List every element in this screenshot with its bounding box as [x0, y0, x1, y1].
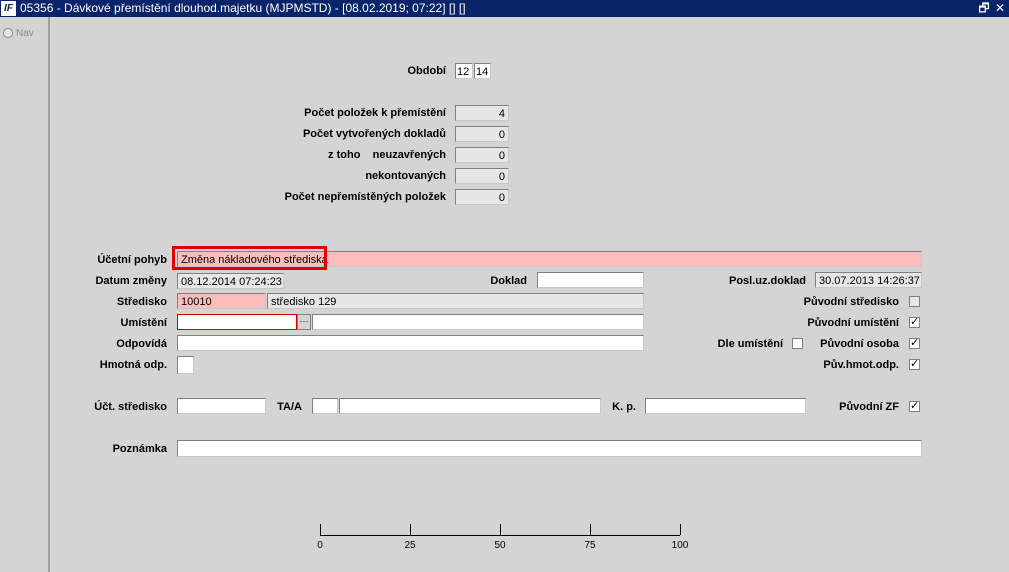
ucetni-pohyb-label: Účetní pohyb: [97, 254, 167, 266]
k-p-label: K. p.: [612, 401, 636, 413]
doklad-label: Doklad: [490, 275, 527, 287]
ta-a-code-field[interactable]: [312, 398, 338, 414]
nepremistenych-value: 0: [455, 189, 509, 205]
nav-button[interactable]: Nav: [3, 27, 34, 41]
puvodni-stredisko-checkbox[interactable]: [909, 296, 920, 307]
progress-tick: [320, 524, 321, 535]
nekontovanych-label: nekontovaných: [365, 170, 446, 182]
umisteni-name-field[interactable]: [312, 314, 644, 330]
umisteni-label: Umístění: [120, 317, 167, 329]
nav-gear-icon: [3, 28, 13, 39]
ucetni-pohyb-field[interactable]: Změna nákladového střediska: [177, 251, 922, 267]
poznamka-label: Poznámka: [112, 443, 167, 455]
dle-umisteni-label: Dle umístění: [717, 338, 783, 350]
uct-stredisko-label: Účt. středisko: [94, 401, 167, 413]
pocet-dokladu-value: 0: [455, 126, 509, 142]
odpovida-field[interactable]: [177, 335, 644, 351]
datum-zmeny-label: Datum změny: [95, 275, 167, 287]
nav-label: Nav: [16, 28, 34, 39]
progress-tick-label: 100: [671, 540, 689, 551]
puvodni-umisteni-checkbox[interactable]: ✓: [909, 317, 920, 328]
hmotna-odp-label: Hmotná odp.: [99, 359, 167, 371]
nekontovanych-value: 0: [455, 168, 509, 184]
left-panel: Nav: [0, 17, 50, 572]
doklad-field[interactable]: [537, 272, 644, 288]
puvodni-zf-label: Původní ZF: [839, 401, 899, 413]
close-icon[interactable]: ✕: [993, 0, 1007, 16]
pocet-dokladu-label: Počet vytvořených dokladů: [302, 128, 446, 140]
stredisko-name-field: středisko 129: [267, 293, 644, 309]
puvodni-zf-checkbox[interactable]: ✓: [909, 401, 920, 412]
pocet-polozek-label: Počet položek k přemístění: [304, 107, 446, 119]
puvodni-osoba-label: Původní osoba: [820, 338, 899, 350]
nepremistenych-label: Počet nepřemístěných položek: [284, 191, 446, 203]
progress-tick: [680, 524, 681, 535]
progress-tick-label: 75: [584, 540, 596, 551]
ta-a-name-field[interactable]: [339, 398, 601, 414]
pocet-polozek-value: 4: [455, 105, 509, 121]
puvodni-stredisko-label: Původní středisko: [803, 296, 899, 308]
obdobi-month-field[interactable]: 12: [455, 63, 473, 79]
puv-hmot-odp-label: Pův.hmot.odp.: [823, 359, 899, 371]
puv-hmot-odp-checkbox[interactable]: ✓: [909, 359, 920, 370]
k-p-field[interactable]: [645, 398, 806, 414]
obdobi-year-field[interactable]: 14: [474, 63, 491, 79]
app-logo-icon: IF: [1, 1, 16, 16]
umisteni-code-field[interactable]: [177, 314, 297, 330]
neuzavrenych-value: 0: [455, 147, 509, 163]
stredisko-label: Středisko: [116, 296, 167, 308]
posl-uz-doklad-label: Posl.uz.doklad: [728, 275, 806, 287]
puvodni-osoba-checkbox[interactable]: ✓: [909, 338, 920, 349]
progress-scale-line: [320, 535, 680, 536]
progress-tick: [410, 524, 411, 535]
progress-tick-label: 25: [404, 540, 416, 551]
ta-a-label: TA/A: [277, 401, 302, 413]
puvodni-umisteni-label: Původní umístění: [807, 317, 899, 329]
hmotna-odp-field[interactable]: [177, 356, 194, 374]
neuzavrenych-label: z toho neuzavřených: [328, 149, 446, 161]
progress-tick-label: 0: [317, 540, 323, 551]
uct-stredisko-field[interactable]: [177, 398, 266, 414]
datum-zmeny-field[interactable]: 08.12.2014 07:24:23: [177, 273, 284, 289]
progress-tick-label: 50: [494, 540, 506, 551]
obdobi-label: Období: [407, 65, 447, 77]
progress-tick: [590, 524, 591, 535]
stredisko-code-field[interactable]: 10010: [177, 293, 266, 309]
restore-icon[interactable]: 🗗: [977, 0, 991, 16]
progress-tick: [500, 524, 501, 535]
window-title: 05356 - Dávkové přemístění dlouhod.majet…: [20, 1, 466, 15]
umisteni-lookup-button[interactable]: ···: [297, 314, 311, 330]
posl-uz-doklad-field: 30.07.2013 14:26:37: [815, 272, 922, 288]
poznamka-field[interactable]: [177, 440, 922, 457]
odpovida-label: Odpovídá: [116, 338, 167, 350]
title-bar: IF 05356 - Dávkové přemístění dlouhod.ma…: [0, 0, 1009, 17]
